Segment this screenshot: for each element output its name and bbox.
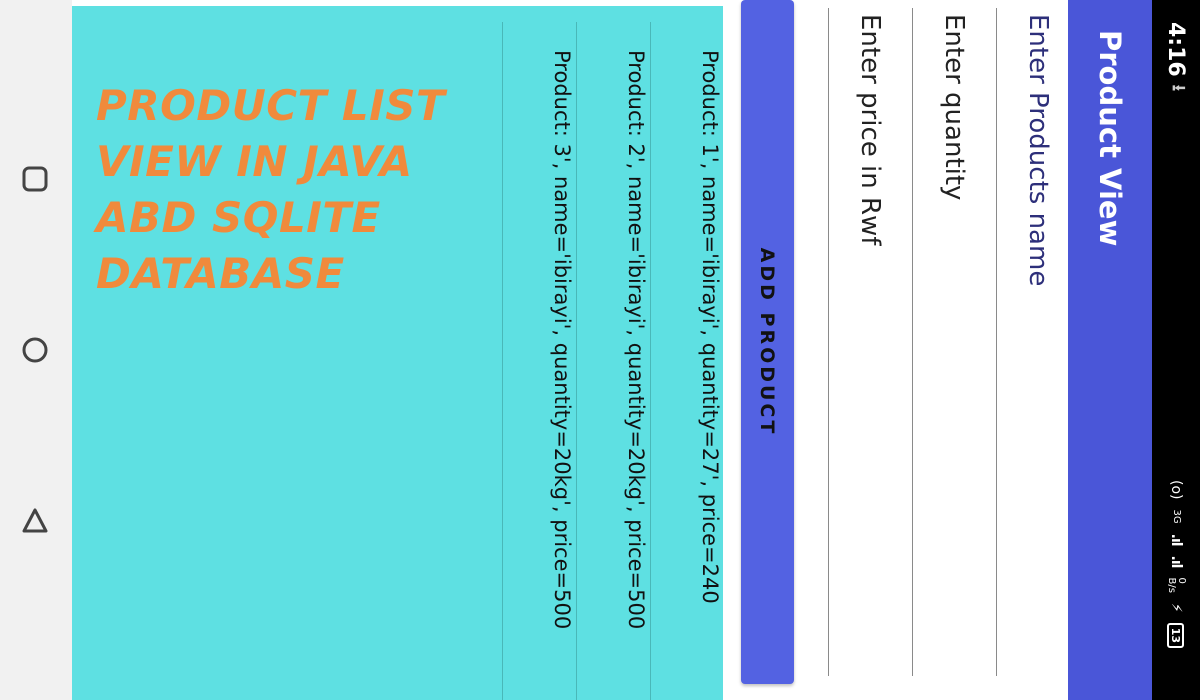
add-product-button[interactable]: ADD PRODUCT — [741, 0, 794, 684]
quantity-input-placeholder: Enter quantity — [939, 14, 969, 201]
overlay-title-text: PRODUCT LIST VIEW IN JAVA ABD SQLITE DAT… — [96, 81, 446, 298]
data-speed-indicator: 0 B/s — [1166, 577, 1187, 593]
signal-strength-icon: .ıl — [1168, 555, 1184, 568]
battery-icon: 13 — [1167, 622, 1185, 649]
price-input-placeholder: Enter price in Rwf — [855, 14, 885, 246]
home-circle-icon[interactable] — [20, 335, 50, 365]
charging-icon: ⚡ — [1168, 602, 1184, 613]
list-item-text: Product: 3', name='ibirayi', quantity=20… — [550, 50, 574, 630]
quantity-input[interactable]: Enter quantity — [912, 8, 996, 676]
signal-strength-icon: .ıl — [1168, 533, 1184, 546]
status-time: 4:16 — [1163, 22, 1189, 77]
upload-arrow-icon: ⭳ — [1168, 84, 1189, 92]
list-item[interactable]: Product: 1', name='ibirayi', quantity=27… — [650, 22, 723, 700]
recents-square-icon[interactable] — [20, 164, 50, 194]
phone-screen: Product: 1', name='ibirayi', quantity=27… — [0, 0, 1200, 700]
status-bar: 4:16 ⭳ (o) 3G .ıl .ıl 0 B/s ⚡ 13 — [1152, 0, 1200, 700]
battery-level: 13 — [1169, 627, 1183, 644]
network-type: 3G — [1171, 509, 1182, 524]
price-input[interactable]: Enter price in Rwf — [828, 8, 912, 676]
status-time-group: 4:16 ⭳ — [1152, 22, 1200, 142]
data-speed-value: 0 — [1176, 577, 1187, 584]
back-triangle-icon[interactable] — [20, 506, 50, 536]
add-product-button-label: ADD PRODUCT — [756, 247, 779, 437]
hotspot-icon: (o) — [1168, 480, 1184, 500]
list-item[interactable]: Product: 2', name='ibirayi', quantity=20… — [576, 22, 651, 700]
list-item-text: Product: 1', name='ibirayi', quantity=27… — [698, 50, 722, 604]
app-bar: Product View — [1068, 0, 1152, 700]
status-icons-group: (o) 3G .ıl .ıl 0 B/s ⚡ 13 — [1152, 480, 1200, 680]
app-bar-title: Product View — [1093, 30, 1127, 247]
system-navigation-bar — [0, 0, 72, 700]
list-item-text: Product: 2', name='ibirayi', quantity=20… — [624, 50, 648, 630]
data-speed-unit: B/s — [1166, 577, 1177, 593]
